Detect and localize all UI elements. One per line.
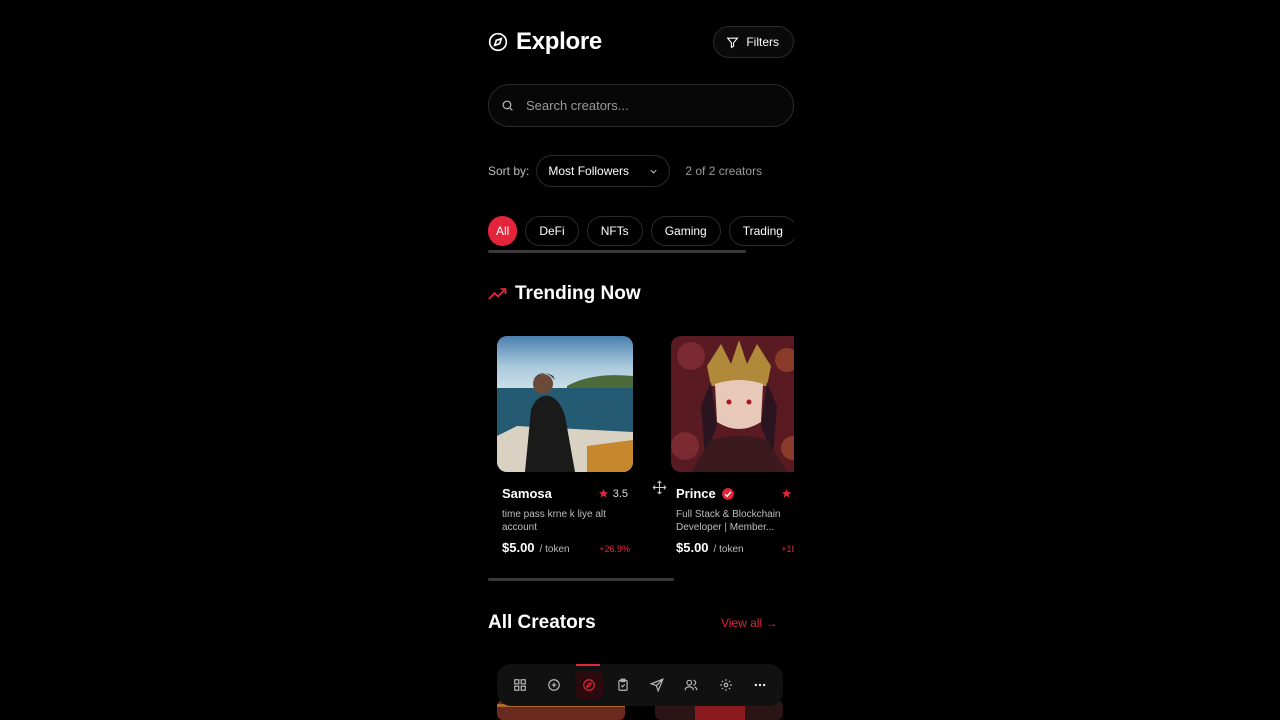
all-creators-header: All Creators View all → [488,612,794,638]
chevron-down-icon [650,169,657,174]
chips-scrollbar[interactable] [488,250,746,253]
active-nav-indicator [576,664,600,666]
search-input[interactable] [524,97,778,114]
star-icon [781,488,791,498]
nav-settings[interactable] [712,671,740,699]
price-change: +18.0 [781,544,794,554]
creator-rating: 3.5 [598,488,628,500]
sort-selected-value: Most Followers [548,164,630,178]
bottom-nav [497,664,783,706]
sort-row: Sort by: Most Followers 2 of 2 creators [488,154,794,188]
creator-name: Prince [676,486,716,501]
gear-icon [719,679,732,691]
creator-bio: Full Stack & Blockchain Developer | Memb… [676,509,781,533]
trending-title: Trending Now [515,283,641,304]
token-price: $5.00 [502,540,535,555]
price-unit: / token [539,544,570,555]
rating-value: 3.5 [612,487,628,500]
nav-create[interactable] [540,671,568,699]
grid-icon [514,679,526,691]
send-icon [650,678,665,692]
nav-grid[interactable] [506,671,534,699]
explore-page: Explore Filters Sort by: Most Followers … [488,0,794,720]
all-creators-title: All Creators [488,612,596,633]
verified-badge-icon [721,487,734,500]
move-cursor-icon [652,480,667,495]
result-count: 2 of 2 creators [685,164,763,178]
trending-up-icon [488,288,507,300]
search-icon [502,100,513,111]
card-header-row: Prince 3 [676,486,794,501]
trending-carousel: Samosa 3.5 time pass krne k liye alt acc… [488,336,794,566]
category-chip-defi[interactable]: DeFi [525,216,579,246]
trending-header: Trending Now [488,283,641,305]
search-bar[interactable] [488,84,794,127]
nav-send[interactable] [643,671,671,699]
card-price-row: $5.00 / token +26.9% [502,540,630,555]
filter-icon [726,37,739,48]
creator-rating: 3 [781,488,794,500]
category-chip-all[interactable]: All [488,216,518,246]
card-header-row: Samosa 3.5 [502,486,628,501]
creator-name-wrap: Samosa [502,486,552,501]
nav-tasks[interactable] [609,671,637,699]
filters-button[interactable]: Filters [713,26,794,58]
nav-community[interactable] [677,671,705,699]
users-icon [684,679,698,691]
carousel-scrollbar[interactable] [488,578,674,581]
category-chip-nfts[interactable]: NFTs [586,216,643,246]
page-title: Explore [516,28,602,55]
compass-icon [582,679,595,691]
view-all-link[interactable]: View all → [721,616,777,630]
clipboard-icon [618,678,628,691]
price-unit: / token [713,544,744,555]
page-title-group: Explore [488,28,602,56]
compass-icon [488,32,508,52]
category-chip-gaming[interactable]: Gaming [650,216,721,246]
creator-name-wrap: Prince [676,486,735,501]
creator-image [671,336,794,472]
creator-card[interactable]: Prince 3 Full Stack & Blockchain Develop… [671,336,794,555]
nav-explore[interactable] [574,671,603,699]
category-chips: All DeFi NFTs Gaming Trading [488,216,794,246]
star-icon [598,488,608,498]
sort-label: Sort by: [488,164,530,178]
token-price: $5.00 [676,540,709,555]
filters-label: Filters [746,35,779,49]
creator-card[interactable]: Samosa 3.5 time pass krne k liye alt acc… [497,336,657,555]
price-change: +26.9% [599,544,630,554]
plus-circle-icon [548,679,561,691]
sort-select[interactable]: Most Followers [536,155,671,187]
creator-name: Samosa [502,486,552,501]
creator-image [497,336,633,472]
more-icon [754,683,766,687]
category-chip-trading[interactable]: Trading [728,216,794,246]
card-price-row: $5.00 / token +18.0 [676,540,794,555]
creator-bio: time pass krne k liye alt account [502,509,606,533]
page-header: Explore Filters [488,24,794,60]
nav-more[interactable] [746,671,774,699]
